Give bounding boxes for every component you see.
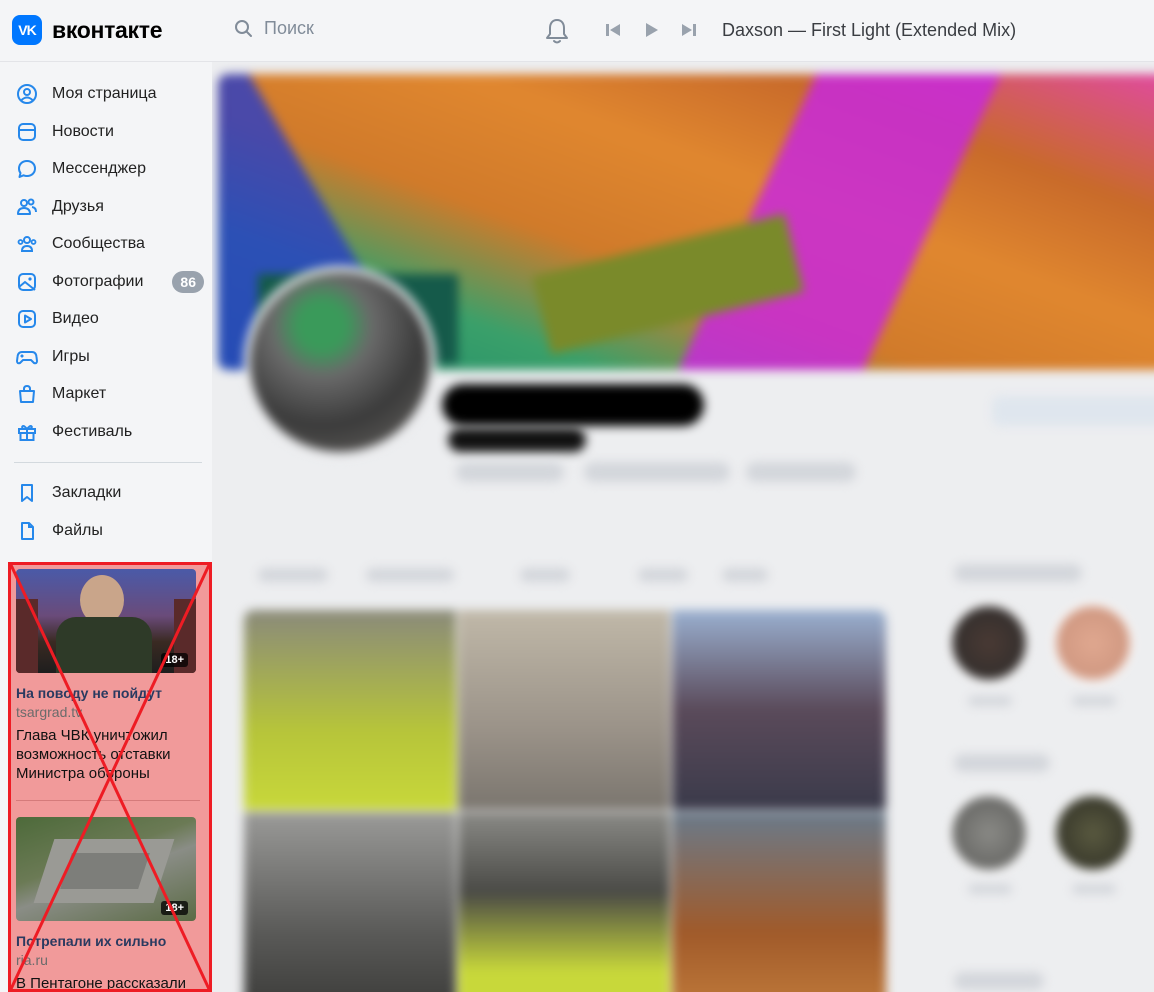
vk-logo[interactable]: VK вконтакте — [12, 15, 163, 45]
sidebar-item-label: Фестиваль — [52, 423, 133, 440]
ad-image[interactable]: 18+ — [16, 817, 196, 921]
photo-thumbnail[interactable] — [244, 812, 456, 992]
profile-tab[interactable] — [722, 568, 768, 582]
friends-icon — [16, 196, 38, 218]
sidebar-item-news[interactable]: Новости — [0, 114, 212, 150]
friend-avatar[interactable] — [948, 792, 1030, 874]
friend-avatar[interactable] — [1052, 792, 1134, 874]
ad-image[interactable]: 18+ — [16, 569, 196, 673]
sidebar-item-photos[interactable]: Фотографии 86 — [0, 264, 212, 300]
sidebar-item-messenger[interactable]: Мессенджер — [0, 151, 212, 187]
sidebar-item-label: Маркет — [52, 385, 107, 402]
sidebar-item-games[interactable]: Игры — [0, 339, 212, 375]
ad-title[interactable]: На поводу не пойдут — [16, 685, 200, 701]
ad-item[interactable]: 18+ Потрепали их сильно ria.ru В Пентаго… — [16, 817, 200, 992]
file-icon — [16, 520, 38, 542]
sidebar-item-bookmarks[interactable]: Закладки — [0, 475, 212, 511]
sidebar-item-files[interactable]: Файлы — [0, 513, 212, 549]
photos-icon — [16, 271, 38, 293]
friend-name[interactable] — [968, 884, 1012, 894]
sidebar-item-label: Новости — [52, 123, 114, 140]
ad-separator — [16, 800, 200, 801]
ad-age-badge: 18+ — [161, 653, 188, 667]
ad-domain: tsargrad.tv — [16, 704, 83, 720]
sidebar-item-friends[interactable]: Друзья — [0, 189, 212, 225]
sidebar-item-festival[interactable]: Фестиваль — [0, 414, 212, 450]
sidebar-item-label: Друзья — [52, 198, 104, 215]
ad-block: 18+ На поводу не пойдут tsargrad.tv Глав… — [8, 562, 212, 992]
ad-text: В Пентагоне рассказали — [16, 975, 187, 992]
now-playing-track[interactable]: Daxson — First Light (Extended Mix) — [722, 20, 1016, 41]
ad-domain: ria.ru — [16, 952, 48, 968]
photo-thumbnail[interactable] — [458, 610, 670, 810]
friend-avatar[interactable] — [948, 602, 1030, 684]
search-input[interactable]: Поиск — [234, 18, 314, 39]
profile-status-redacted — [448, 428, 586, 452]
video-icon — [16, 308, 38, 330]
profile-info-pill — [746, 462, 856, 482]
ad-age-badge: 18+ — [161, 901, 188, 915]
ad-item[interactable]: 18+ На поводу не пойдут tsargrad.tv Глав… — [16, 569, 200, 783]
communities-icon — [16, 233, 38, 255]
top-header: VK вконтакте Поиск Daxson — First Light … — [0, 0, 1154, 62]
friends-online-title[interactable] — [954, 754, 1050, 772]
profile-avatar[interactable] — [244, 266, 436, 458]
profile-main — [212, 62, 1154, 992]
edit-profile-button[interactable] — [992, 396, 1154, 426]
profile-info-pill — [456, 462, 564, 482]
friend-name[interactable] — [1072, 696, 1116, 706]
sidebar-item-market[interactable]: Маркет — [0, 376, 212, 412]
profile-name-redacted — [442, 384, 704, 426]
profile-info-pill — [584, 462, 730, 482]
friend-avatar[interactable] — [1052, 602, 1134, 684]
sidebar-item-label: Моя страница — [52, 85, 157, 102]
profile-photos-grid — [244, 610, 886, 992]
ad-title[interactable]: Потрепали их сильно — [16, 933, 200, 949]
friend-name[interactable] — [968, 696, 1012, 706]
sidebar-item-label: Игры — [52, 348, 90, 365]
sidebar-item-video[interactable]: Видео — [0, 301, 212, 337]
section-title[interactable] — [954, 972, 1044, 990]
sidebar-item-label: Мессенджер — [52, 160, 146, 177]
sidebar-divider — [14, 462, 202, 463]
gamepad-icon — [16, 346, 38, 368]
sidebar-item-label: Сообщества — [52, 235, 145, 252]
profile-tab[interactable] — [520, 568, 570, 582]
logo-text: вконтакте — [52, 16, 163, 43]
photo-thumbnail[interactable] — [458, 812, 670, 992]
sidebar-item-communities[interactable]: Сообщества — [0, 226, 212, 262]
message-icon — [16, 158, 38, 180]
user-circle-icon — [16, 83, 38, 105]
sidebar-item-label: Фотографии — [52, 273, 144, 290]
photo-thumbnail[interactable] — [672, 812, 886, 992]
sidebar-item-label: Видео — [52, 310, 99, 327]
profile-tab[interactable] — [366, 568, 454, 582]
audio-player-controls — [604, 21, 698, 39]
bookmark-icon — [16, 482, 38, 504]
photo-thumbnail[interactable] — [244, 610, 456, 810]
profile-tab[interactable] — [638, 568, 688, 582]
vk-logo-icon: VK — [12, 15, 42, 45]
gift-icon — [16, 421, 38, 443]
ad-text: Глава ЧВК уничтожил возможность отставки… — [16, 727, 171, 782]
market-bag-icon — [16, 383, 38, 405]
sidebar-item-my-page[interactable]: Моя страница — [0, 76, 212, 112]
search-placeholder: Поиск — [264, 18, 314, 38]
photo-thumbnail[interactable] — [672, 610, 886, 810]
friends-section-title[interactable] — [954, 564, 1082, 582]
previous-track-icon[interactable] — [604, 21, 622, 39]
photos-count-badge: 86 — [172, 271, 204, 293]
sidebar-item-label: Закладки — [52, 484, 122, 501]
next-track-icon[interactable] — [680, 21, 698, 39]
friend-name[interactable] — [1072, 884, 1116, 894]
play-icon[interactable] — [642, 21, 660, 39]
sidebar-item-label: Файлы — [52, 522, 103, 539]
profile-tab[interactable] — [258, 568, 328, 582]
newsfeed-icon — [16, 121, 38, 143]
notifications-bell-icon[interactable] — [544, 17, 570, 50]
search-icon — [235, 19, 252, 37]
